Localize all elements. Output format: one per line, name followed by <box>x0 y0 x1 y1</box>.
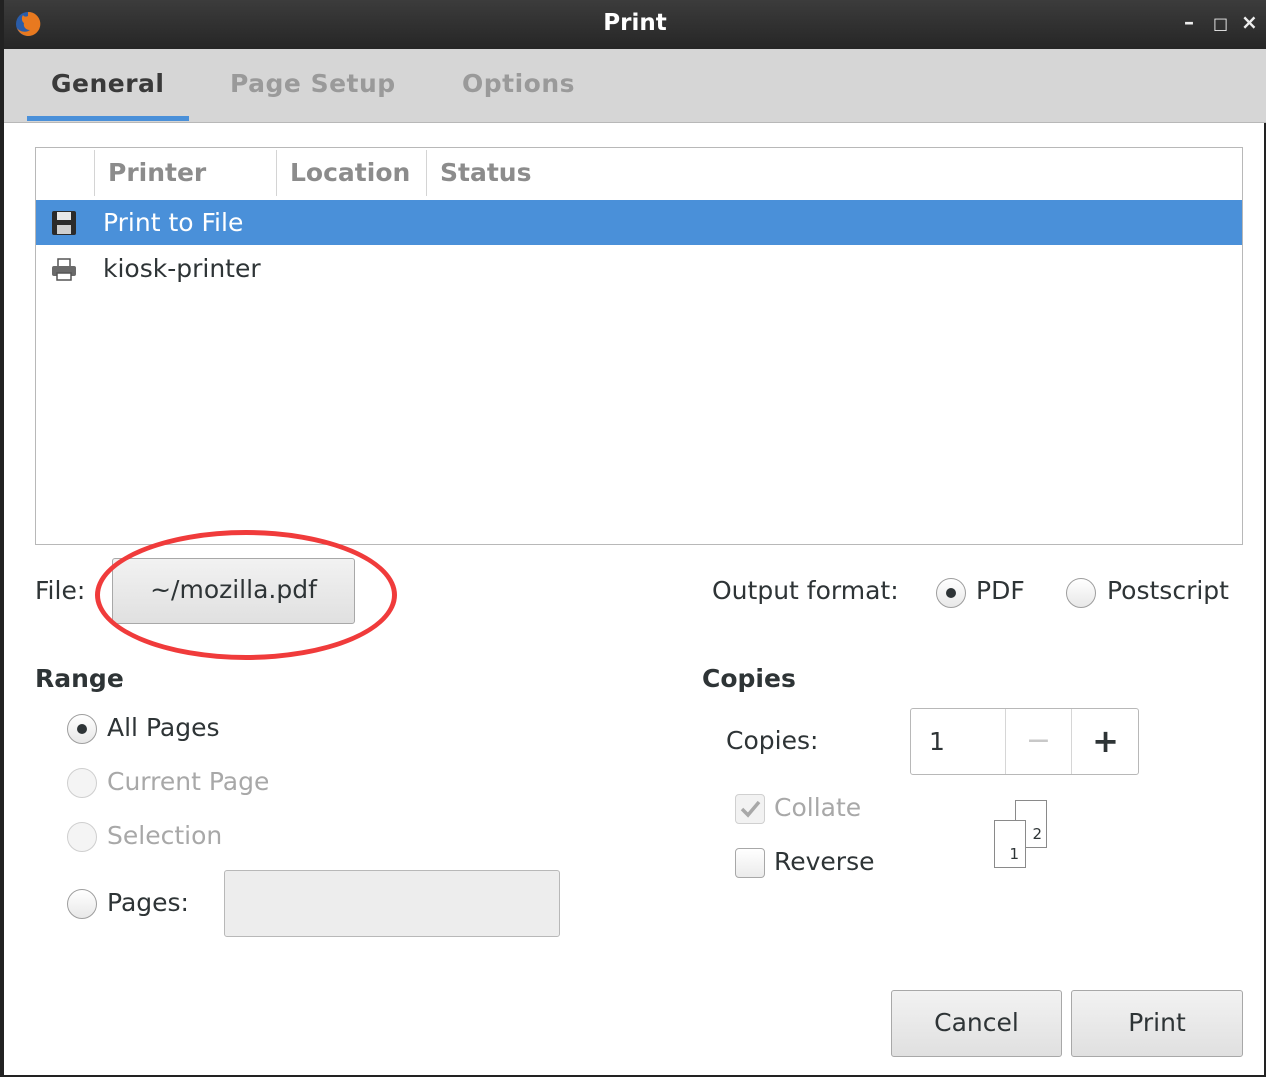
column-separator <box>94 150 95 196</box>
pages-radio[interactable] <box>67 889 97 919</box>
all-pages-radio[interactable] <box>67 714 97 744</box>
copies-value[interactable]: 1 <box>929 727 945 756</box>
page-number: 1 <box>1009 845 1019 863</box>
output-format-label: Output format: <box>712 576 899 605</box>
active-tab-indicator <box>27 116 189 121</box>
checkmark-icon <box>740 800 761 818</box>
column-header-location[interactable]: Location <box>290 158 410 187</box>
reverse-checkbox[interactable] <box>735 848 765 878</box>
increment-button[interactable]: + <box>1072 709 1139 774</box>
titlebar[interactable]: Print – □ × <box>4 0 1266 49</box>
postscript-radio-label[interactable]: Postscript <box>1107 576 1229 605</box>
printer-name: kiosk-printer <box>103 254 261 283</box>
collate-checkbox[interactable] <box>735 794 765 824</box>
reverse-label[interactable]: Reverse <box>774 847 875 876</box>
all-pages-label[interactable]: All Pages <box>107 713 220 742</box>
tab-options[interactable]: Options <box>462 69 575 98</box>
copies-spinner: 1 − + <box>910 708 1139 775</box>
pages-input[interactable] <box>224 870 560 937</box>
printer-name: Print to File <box>103 208 244 237</box>
column-header-status[interactable]: Status <box>440 158 531 187</box>
current-page-radio[interactable] <box>67 768 97 798</box>
minimize-icon[interactable]: – <box>1184 12 1194 32</box>
selection-radio[interactable] <box>67 822 97 852</box>
tab-page-setup[interactable]: Page Setup <box>230 69 396 98</box>
print-dialog: Print – □ × General Page Setup Options P… <box>0 0 1266 1077</box>
printer-icon <box>52 258 76 281</box>
file-chooser-button[interactable]: ~/mozilla.pdf <box>112 558 355 624</box>
collate-label[interactable]: Collate <box>774 793 861 822</box>
column-separator <box>276 150 277 196</box>
pdf-radio[interactable] <box>936 578 966 608</box>
tab-general[interactable]: General <box>51 69 165 98</box>
printer-row-print-to-file[interactable]: Print to File <box>36 200 1242 245</box>
printer-row-kiosk-printer[interactable]: kiosk-printer <box>36 246 1242 291</box>
file-label: File: <box>35 576 86 605</box>
pdf-radio-label[interactable]: PDF <box>976 576 1025 605</box>
decrement-button[interactable]: − <box>1006 709 1071 774</box>
cancel-button[interactable]: Cancel <box>891 990 1062 1057</box>
range-heading: Range <box>35 664 124 693</box>
print-button[interactable]: Print <box>1071 990 1243 1057</box>
page-number: 2 <box>1032 825 1042 843</box>
close-icon[interactable]: × <box>1241 12 1258 32</box>
floppy-disk-icon <box>52 211 76 235</box>
current-page-label[interactable]: Current Page <box>107 767 269 796</box>
preview-page-front: 1 <box>994 820 1026 868</box>
printer-list[interactable]: Printer Location Status Print to File ki… <box>35 147 1243 545</box>
copies-heading: Copies <box>702 664 796 693</box>
printer-list-header: Printer Location Status <box>36 148 1242 198</box>
selection-label[interactable]: Selection <box>107 821 222 850</box>
window-title: Print <box>603 10 667 36</box>
column-separator <box>426 150 427 196</box>
postscript-radio[interactable] <box>1066 578 1096 608</box>
copies-label: Copies: <box>726 726 819 755</box>
column-header-printer[interactable]: Printer <box>108 158 206 187</box>
pages-label[interactable]: Pages: <box>107 888 189 917</box>
tab-bar: General Page Setup Options <box>4 49 1266 123</box>
maximize-icon[interactable]: □ <box>1213 14 1228 34</box>
